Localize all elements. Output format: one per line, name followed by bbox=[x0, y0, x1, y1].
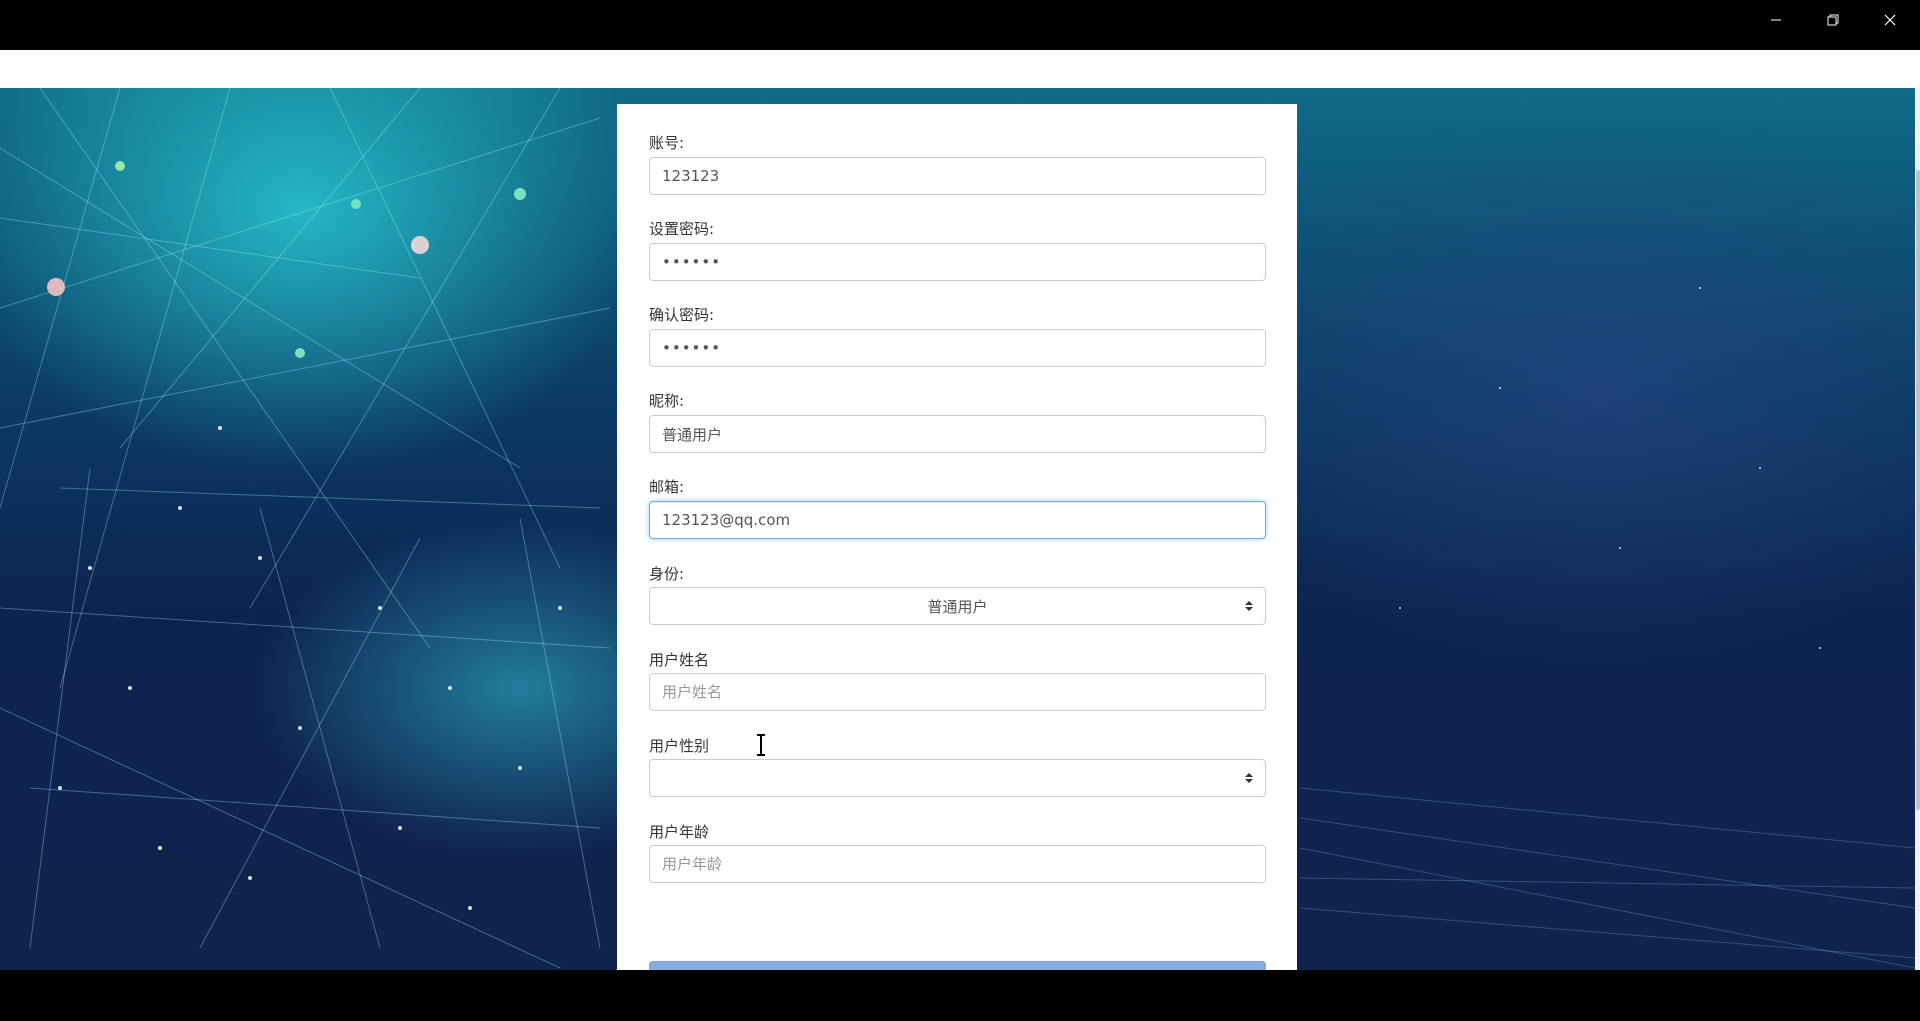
select-arrows-icon bbox=[1245, 601, 1253, 611]
gender-label: 用户性别 bbox=[649, 737, 710, 755]
email-label: 邮箱: bbox=[649, 478, 685, 496]
text-cursor-icon bbox=[757, 734, 765, 756]
identity-label: 身份: bbox=[649, 565, 685, 583]
password-label: 设置密码: bbox=[649, 220, 715, 238]
register-form: 账号: 设置密码: 确认密码: 昵称: 邮箱: 身份: 普通用户 用户姓名 用户… bbox=[617, 104, 1297, 970]
real-name-input[interactable] bbox=[649, 673, 1266, 711]
age-input[interactable] bbox=[649, 845, 1266, 883]
account-input[interactable] bbox=[649, 157, 1266, 195]
page-viewport: 账号: 设置密码: 确认密码: 昵称: 邮箱: 身份: 普通用户 用户姓名 用户… bbox=[0, 50, 1920, 970]
register-button[interactable]: 注册 bbox=[649, 961, 1266, 970]
vertical-scrollbar[interactable] bbox=[1915, 88, 1920, 970]
identity-selected-value: 普通用户 bbox=[927, 597, 988, 616]
email-input[interactable] bbox=[649, 501, 1266, 539]
confirm-password-input[interactable] bbox=[649, 329, 1266, 367]
minimize-icon[interactable] bbox=[1748, 0, 1804, 40]
account-label: 账号: bbox=[649, 134, 685, 152]
gender-select[interactable] bbox=[649, 759, 1266, 797]
nickname-input[interactable] bbox=[649, 415, 1266, 453]
window-titlebar bbox=[0, 0, 1920, 50]
restore-icon[interactable] bbox=[1805, 0, 1861, 40]
scrollbar-thumb[interactable] bbox=[1916, 170, 1920, 810]
age-label: 用户年龄 bbox=[649, 823, 710, 841]
taskbar-strip bbox=[0, 970, 1920, 1021]
confirm-password-label: 确认密码: bbox=[649, 306, 715, 324]
identity-select[interactable]: 普通用户 bbox=[649, 587, 1266, 625]
page-top-strip bbox=[0, 50, 1915, 88]
close-icon[interactable] bbox=[1862, 0, 1918, 40]
select-arrows-icon bbox=[1245, 773, 1253, 783]
nickname-label: 昵称: bbox=[649, 392, 685, 410]
real-name-label: 用户姓名 bbox=[649, 651, 710, 669]
password-input[interactable] bbox=[649, 243, 1266, 281]
